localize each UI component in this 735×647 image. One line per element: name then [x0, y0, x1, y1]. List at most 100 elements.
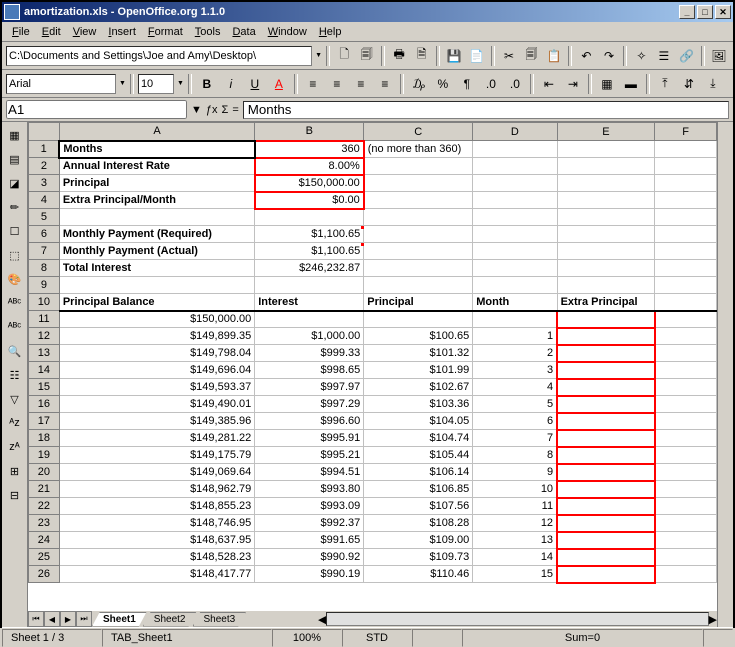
status-sum[interactable]: Sum=0 [462, 629, 703, 647]
cell-D2[interactable] [473, 158, 557, 175]
cell-C20[interactable]: $106.14 [364, 464, 473, 481]
cell-E13[interactable] [557, 345, 655, 362]
menu-edit[interactable]: Edit [36, 24, 67, 40]
scroll-right-icon[interactable]: ▶ [709, 613, 717, 626]
cell-E1[interactable] [557, 141, 655, 158]
cell-B6[interactable]: $1,100.65 [255, 226, 364, 243]
cell-F19[interactable] [655, 447, 717, 464]
menu-format[interactable]: Format [142, 24, 189, 40]
cell-A16[interactable]: $149,490.01 [59, 396, 254, 413]
sheet-tab-sheet3[interactable]: Sheet3 [193, 612, 247, 627]
cell-E18[interactable] [557, 430, 655, 447]
sort-desc-icon[interactable]: zᴬ [4, 436, 26, 458]
cell-C25[interactable]: $109.73 [364, 549, 473, 566]
cell-A20[interactable]: $149,069.64 [59, 464, 254, 481]
cell-E25[interactable] [557, 549, 655, 566]
data-sources-icon[interactable]: ☷ [4, 364, 26, 386]
decrease-indent-icon[interactable]: ⇤ [538, 73, 560, 95]
cell-D6[interactable] [473, 226, 557, 243]
cell-D16[interactable]: 5 [473, 396, 557, 413]
cell-B16[interactable]: $997.29 [255, 396, 364, 413]
row-header-22[interactable]: 22 [29, 498, 60, 515]
cell-F18[interactable] [655, 430, 717, 447]
page-preview-icon[interactable]: 🗎 [411, 45, 432, 67]
font-combo[interactable] [6, 74, 116, 94]
cell-E12[interactable] [557, 328, 655, 345]
status-zoom[interactable]: 100% [272, 629, 342, 647]
cell-C24[interactable]: $109.00 [364, 532, 473, 549]
menu-insert[interactable]: Insert [102, 24, 142, 40]
cell-E15[interactable] [557, 379, 655, 396]
cell-D24[interactable]: 13 [473, 532, 557, 549]
row-header-1[interactable]: 1 [29, 141, 60, 158]
cell-D25[interactable]: 14 [473, 549, 557, 566]
insert-cells-icon[interactable]: ▤ [4, 148, 26, 170]
cell-E16[interactable] [557, 396, 655, 413]
row-header-15[interactable]: 15 [29, 379, 60, 396]
tab-first-icon[interactable]: ⏮ [28, 611, 44, 627]
cell-C8[interactable] [364, 260, 473, 277]
select-all-corner[interactable] [29, 123, 60, 141]
cell-F10[interactable] [655, 294, 717, 311]
path-combo[interactable] [6, 46, 312, 66]
status-mode[interactable]: STD [342, 629, 412, 647]
cell-B2[interactable]: 8.00% [255, 158, 364, 175]
scroll-left-icon[interactable]: ◀ [318, 613, 326, 626]
function-wizard-icon[interactable]: ƒx [206, 104, 218, 116]
cell-F25[interactable] [655, 549, 717, 566]
cell-B11[interactable] [255, 311, 364, 328]
insert-icon[interactable]: ▦ [4, 124, 26, 146]
horizontal-scrollbar[interactable]: ◀ ▶ [318, 611, 717, 627]
redo-icon[interactable]: ↷ [599, 45, 620, 67]
cell-B18[interactable]: $995.91 [255, 430, 364, 447]
cell-C1[interactable]: (no more than 360) [364, 141, 473, 158]
cell-C16[interactable]: $103.36 [364, 396, 473, 413]
insert-object-icon[interactable]: ◪ [4, 172, 26, 194]
cell-A19[interactable]: $149,175.79 [59, 447, 254, 464]
cell-A5[interactable] [59, 209, 254, 226]
cell-E7[interactable] [557, 243, 655, 260]
row-header-7[interactable]: 7 [29, 243, 60, 260]
cut-icon[interactable]: ✂ [499, 45, 520, 67]
cell-D23[interactable]: 12 [473, 515, 557, 532]
form-icon[interactable]: ☐ [4, 220, 26, 242]
find-icon[interactable]: 🔍 [4, 340, 26, 362]
cell-A18[interactable]: $149,281.22 [59, 430, 254, 447]
cell-F20[interactable] [655, 464, 717, 481]
cell-E2[interactable] [557, 158, 655, 175]
menu-data[interactable]: Data [226, 24, 261, 40]
cell-C14[interactable]: $101.99 [364, 362, 473, 379]
row-header-18[interactable]: 18 [29, 430, 60, 447]
bold-icon[interactable]: B [196, 73, 218, 95]
cell-D22[interactable]: 11 [473, 498, 557, 515]
tab-prev-icon[interactable]: ◀ [44, 611, 60, 627]
cell-D11[interactable] [473, 311, 557, 328]
cell-E9[interactable] [557, 277, 655, 294]
cell-D21[interactable]: 10 [473, 481, 557, 498]
cell-E3[interactable] [557, 175, 655, 192]
align-center-icon[interactable]: ≡ [326, 73, 348, 95]
row-header-10[interactable]: 10 [29, 294, 60, 311]
cell-B26[interactable]: $990.19 [255, 566, 364, 583]
cell-E5[interactable] [557, 209, 655, 226]
menu-help[interactable]: Help [313, 24, 348, 40]
gallery-icon[interactable]: 🖼 [709, 45, 730, 67]
cell-E6[interactable] [557, 226, 655, 243]
cell-B20[interactable]: $994.51 [255, 464, 364, 481]
row-header-8[interactable]: 8 [29, 260, 60, 277]
cell-B19[interactable]: $995.21 [255, 447, 364, 464]
cell-C10[interactable]: Principal [364, 294, 473, 311]
cell-B25[interactable]: $990.92 [255, 549, 364, 566]
cell-A7[interactable]: Monthly Payment (Actual) [59, 243, 254, 260]
spellcheck-icon[interactable]: ᴬᴮᶜ [4, 292, 26, 314]
cell-B14[interactable]: $998.65 [255, 362, 364, 379]
cell-E10[interactable]: Extra Principal [557, 294, 655, 311]
col-header-B[interactable]: B [255, 123, 364, 141]
cell-B3[interactable]: $150,000.00 [255, 175, 364, 192]
cell-C6[interactable] [364, 226, 473, 243]
menu-file[interactable]: File [6, 24, 36, 40]
cell-D13[interactable]: 2 [473, 345, 557, 362]
cell-F3[interactable] [655, 175, 717, 192]
row-header-5[interactable]: 5 [29, 209, 60, 226]
bgcolor-icon[interactable]: ▬ [620, 73, 642, 95]
